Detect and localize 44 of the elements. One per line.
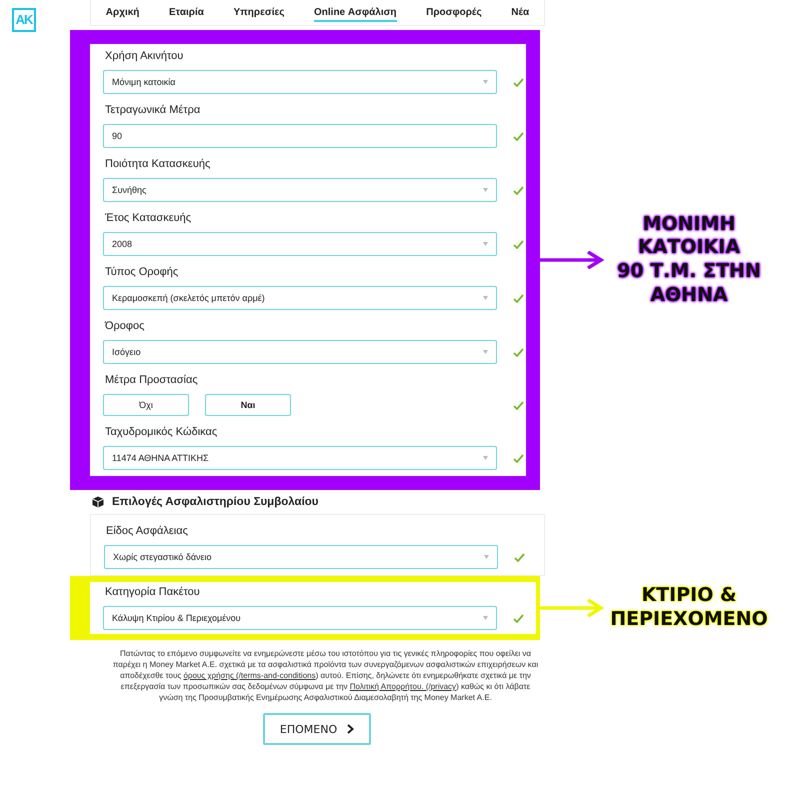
caret-icon (483, 616, 488, 620)
field-label: Όροφος (105, 320, 144, 332)
policy-link[interactable]: όρους χρήσης (/terms-and-conditions (183, 671, 316, 680)
next-button[interactable]: ΕΠΟΜΕΝΟ (263, 713, 371, 745)
dropdown-field[interactable]: Χωρίς στεγαστικό δάνειο (104, 545, 498, 569)
field-label: Κατηγορία Πακέτου (105, 586, 200, 598)
callout-text: ΚΤΙΡΙΟ & ΠΕΡΙΕΧΟΜΕΝΟ (609, 584, 769, 632)
nav-link[interactable]: Online Ασφάλιση (314, 4, 397, 22)
dropdown-field[interactable]: Ισόγειο (103, 340, 497, 364)
chevron-icon (347, 724, 354, 734)
option-button[interactable]: Ναι (205, 394, 291, 416)
caret-icon (484, 555, 489, 559)
dropdown-field[interactable]: Μόνιμη κατοικία (103, 70, 497, 94)
caret-icon (483, 456, 488, 460)
section-title: Επιλογές Ασφαλιστηρίου Συμβολαίου (112, 496, 319, 508)
nav-link[interactable]: Υπηρεσίες (233, 4, 284, 22)
nav-link[interactable]: Νέα (511, 4, 530, 22)
caret-icon (483, 350, 488, 354)
field-label: Χρήση Ακινήτου (105, 50, 184, 62)
nav-link[interactable]: Αρχική (106, 4, 140, 22)
input-field[interactable]: 90 (103, 124, 497, 148)
policy-link[interactable]: Πολιτική Απορρήτου. (/privacy (350, 682, 456, 691)
caret-icon (483, 296, 488, 300)
field-label: Μέτρα Προστασίας (105, 374, 198, 386)
field-label: Ποιότητα Κατασκευής (105, 158, 210, 170)
dropdown-field[interactable]: Συνήθης (103, 178, 497, 202)
field-label: Τύπος Οροφής (105, 266, 178, 278)
dropdown-field[interactable]: Κεραμοσκεπή (σκελετός μπετόν αρμέ) (103, 286, 497, 310)
field-label: Τετραγωνικά Μέτρα (105, 104, 200, 116)
caret-icon (483, 242, 488, 246)
caret-icon (483, 80, 488, 84)
dropdown-field[interactable]: 2008 (103, 232, 497, 256)
field-label: Είδος Ασφάλειας (106, 525, 188, 537)
nav-link[interactable]: Προσφορές (426, 4, 482, 22)
cube-icon (92, 496, 104, 508)
callout-text: ΜΟΝΙΜΗ ΚΑΤΟΙΚΙΑ 90 Τ.Μ. ΣΤΗΝ ΑΘΗΝΑ (616, 212, 762, 308)
nav-link[interactable]: Εταιρία (169, 4, 204, 22)
consent-text: Πατώντας το επόμενο συμφωνείτε να ενημερώνεστε μέσω του ιστοτόπου για τις γενικές πληροφορίες που οφείλει να παρέχει η Money Market A.E. σχετικά με τα ασφαλιστικά προϊόντα των συνεργαζόμενων ασφαλιστικών επιχειρήσεων και αποδέχεσθε τους όρους χρήσης (/terms-and-conditions) αυτού. Επίσης, δηλώνετε ότι ενημερωθήκατε σχετικά με την επεξεργασία των προσωπικών σας δεδομένων σύμφωνα με την Πολιτική Απορρήτου. (/privacy) καθώς κι ότι λάβατε γνώση της Προσυμβατικής Ενημέρωσης Ασφαλιστικού Διαμεσολαβητή της Money Market A.E. (112, 648, 540, 703)
field-label: Έτος Κατασκευής (105, 212, 192, 224)
dropdown-field[interactable]: Κάλυψη Κτιρίου & Περιεχομένου (103, 606, 497, 630)
field-label: Ταχυδρομικός Κώδικας (105, 426, 218, 438)
dropdown-field[interactable]: 11474 ΑΘΗΝΑ ΑΤΤΙΚΗΣ (103, 446, 497, 470)
option-button[interactable]: Όχι (103, 394, 189, 416)
caret-icon (483, 188, 488, 192)
